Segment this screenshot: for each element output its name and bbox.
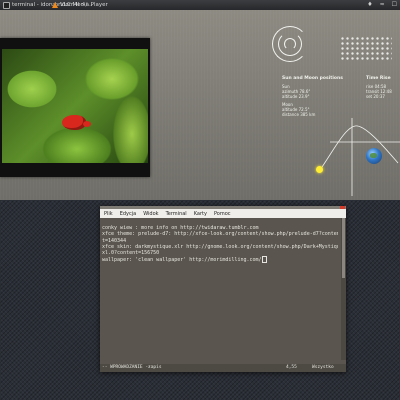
time-rise-info: Time Rise rise 04:58 transit 12:48 set 2… <box>366 76 392 99</box>
menu-item-help[interactable]: Pomoc <box>214 211 231 217</box>
menu-item-tabs[interactable]: Karty <box>194 211 207 217</box>
earth-globe-icon <box>366 148 382 164</box>
terminal-icon <box>3 1 10 9</box>
sun-moon-line: distance 385 km <box>282 112 316 117</box>
status-filename: zapis <box>148 365 162 370</box>
terminal-line-last: wallpaper: 'clean wallpaper' http://mori… <box>102 256 338 264</box>
desktop-wallpaper: Sun and Moon positions Sun azimuth 78.6°… <box>0 10 400 200</box>
menu-item-terminal[interactable]: Terminal <box>166 211 187 217</box>
terminal-output[interactable]: conky wiew : more info on http://twidara… <box>102 219 338 359</box>
sun-moon-info: Sun and Moon positions Sun azimuth 78.6°… <box>282 76 343 117</box>
system-tray: ♦ ≈ ☐ <box>367 0 397 10</box>
terminal-menubar: Plik Edycja Widok Terminal Karty Pomoc <box>100 209 346 218</box>
time-rise-line: set 20:37 <box>366 94 385 99</box>
status-position: 4,55 <box>286 365 297 370</box>
vlc-cone-icon <box>52 2 58 8</box>
taskbar-item-label: VLC Media Player <box>60 2 108 8</box>
status-scope: Wszystko <box>312 365 334 370</box>
status-mode: -- WPROWADZANIE -- <box>102 365 151 370</box>
menu-item-file[interactable]: Plik <box>104 211 113 217</box>
dot-matrix-widget <box>340 36 392 62</box>
taskbar-item-vlc[interactable]: VLC Media Player <box>52 0 108 10</box>
terminal-scrollbar[interactable] <box>341 218 346 360</box>
time-rise-heading: Time Rise <box>366 76 391 81</box>
terminal-line: xfce theme: prelude-d7: http://xfce-look… <box>102 231 338 238</box>
terminal-line: wallpaper: 'clean wallpaper' http://mori… <box>102 257 262 264</box>
scrollbar-thumb[interactable] <box>342 218 345 278</box>
terminal-window[interactable]: Plik Edycja Widok Terminal Karty Pomoc c… <box>100 206 346 372</box>
vlc-video-window[interactable] <box>0 38 150 177</box>
menu-item-view[interactable]: Widok <box>143 211 158 217</box>
text-cursor <box>261 256 267 264</box>
sun-path-diagram <box>319 118 400 196</box>
sun-marker <box>316 166 323 173</box>
taskbar: terminal - idoruhridom-ll ~/... VLC Medi… <box>0 0 400 10</box>
sun-trajectory-curve <box>319 125 399 171</box>
tray-wifi-icon[interactable]: ≈ <box>380 0 385 10</box>
frog-image <box>62 115 91 130</box>
vim-status-line: -- WPROWADZANIE -- zapis 4,55 Wszystko <box>100 364 346 372</box>
video-frame <box>2 49 148 163</box>
clock-ring-inner <box>284 38 296 50</box>
sun-moon-heading: Sun and Moon positions <box>282 76 343 81</box>
tray-network-icon[interactable]: ♦ <box>367 0 372 10</box>
menu-item-edit[interactable]: Edycja <box>120 211 137 217</box>
tray-window-icon[interactable]: ☐ <box>392 0 397 10</box>
